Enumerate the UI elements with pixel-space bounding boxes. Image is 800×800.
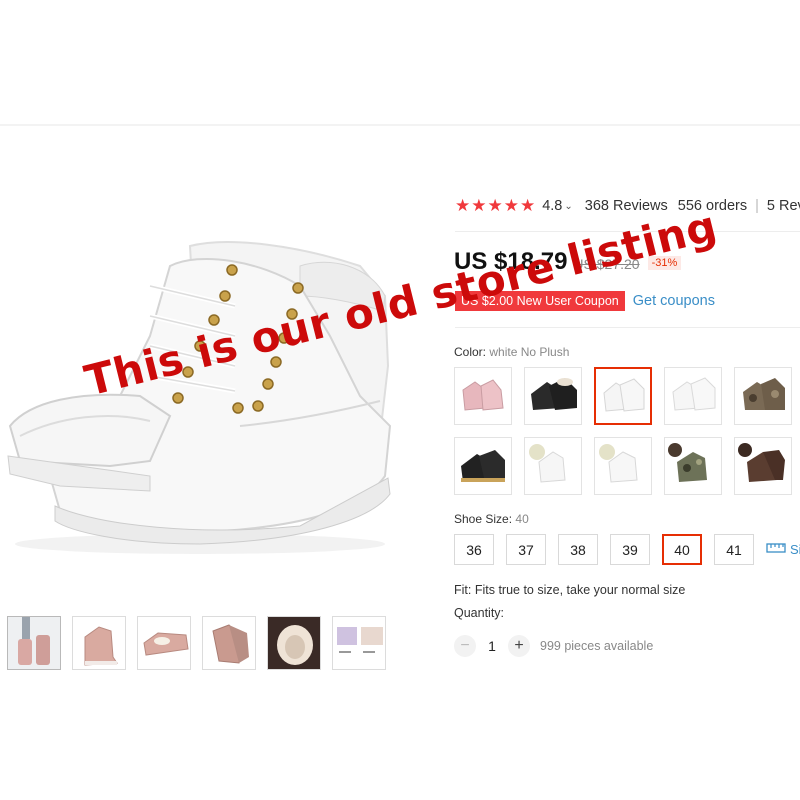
quantity-stepper: − 1 + 999 pieces available xyxy=(454,635,653,657)
size-label: Shoe Size: 40 xyxy=(454,512,529,526)
more-reviews-text[interactable]: 5 Revi xyxy=(767,198,800,214)
divider xyxy=(455,327,800,328)
color-swatch-white-plush[interactable] xyxy=(524,437,582,495)
size-selected-value: 40 xyxy=(515,512,529,526)
thumbnail-5[interactable] xyxy=(267,616,321,670)
quantity-decrease-button[interactable]: − xyxy=(454,635,476,657)
color-label: Color: white No Plush xyxy=(454,345,569,359)
color-swatch-camo-green[interactable] xyxy=(664,437,722,495)
color-selected-value: white No Plush xyxy=(489,345,570,359)
quantity-input[interactable]: 1 xyxy=(476,638,508,654)
color-swatch-pink[interactable] xyxy=(454,367,512,425)
size-guide-link[interactable]: Si xyxy=(766,542,800,557)
rating-row: ★★★★★ 4.8 ⌄ 368 Reviews 556 orders | 5 R… xyxy=(455,196,800,216)
quantity-increase-button[interactable]: + xyxy=(508,635,530,657)
ruler-icon xyxy=(766,542,786,557)
color-swatch-grid xyxy=(454,367,800,495)
thumbnail-1[interactable] xyxy=(7,616,61,670)
size-option-39[interactable]: 39 xyxy=(610,534,650,565)
rating-value[interactable]: 4.8 xyxy=(542,198,562,214)
separator: | xyxy=(755,198,759,214)
thumbnail-6[interactable] xyxy=(332,616,386,670)
size-label-text: Shoe Size: xyxy=(454,512,513,526)
color-swatch-brown[interactable] xyxy=(734,437,792,495)
size-option-38[interactable]: 38 xyxy=(558,534,598,565)
stock-available-text: 999 pieces available xyxy=(540,639,654,653)
thumbnail-2[interactable] xyxy=(72,616,126,670)
color-swatch-white-2[interactable] xyxy=(664,367,722,425)
color-swatch-white[interactable] xyxy=(594,367,652,425)
color-label-text: Color: xyxy=(454,345,487,359)
star-rating-icon: ★★★★★ xyxy=(455,196,537,215)
size-option-37[interactable]: 37 xyxy=(506,534,546,565)
color-swatch-black-yellow[interactable] xyxy=(454,437,512,495)
get-coupons-link[interactable]: Get coupons xyxy=(633,293,715,309)
thumbnail-3[interactable] xyxy=(137,616,191,670)
color-swatch-camo-brown[interactable] xyxy=(734,367,792,425)
color-swatch-black-fur[interactable] xyxy=(524,367,582,425)
size-guide-text: Si xyxy=(790,542,800,557)
size-options: 36 37 38 39 40 41 Si xyxy=(454,534,800,565)
main-product-image[interactable] xyxy=(0,226,400,566)
header-divider xyxy=(0,124,800,126)
reviews-link[interactable]: 368 Reviews xyxy=(585,198,668,214)
chevron-down-icon[interactable]: ⌄ xyxy=(564,201,572,212)
quantity-label: Quantity: xyxy=(454,606,505,620)
size-option-36[interactable]: 36 xyxy=(454,534,494,565)
fit-info: Fit: Fits true to size, take your normal… xyxy=(454,583,686,597)
thumbnail-strip xyxy=(7,616,386,670)
size-option-40[interactable]: 40 xyxy=(662,534,702,565)
size-option-41[interactable]: 41 xyxy=(714,534,754,565)
color-swatch-white-plush-2[interactable] xyxy=(594,437,652,495)
thumbnail-4[interactable] xyxy=(202,616,256,670)
